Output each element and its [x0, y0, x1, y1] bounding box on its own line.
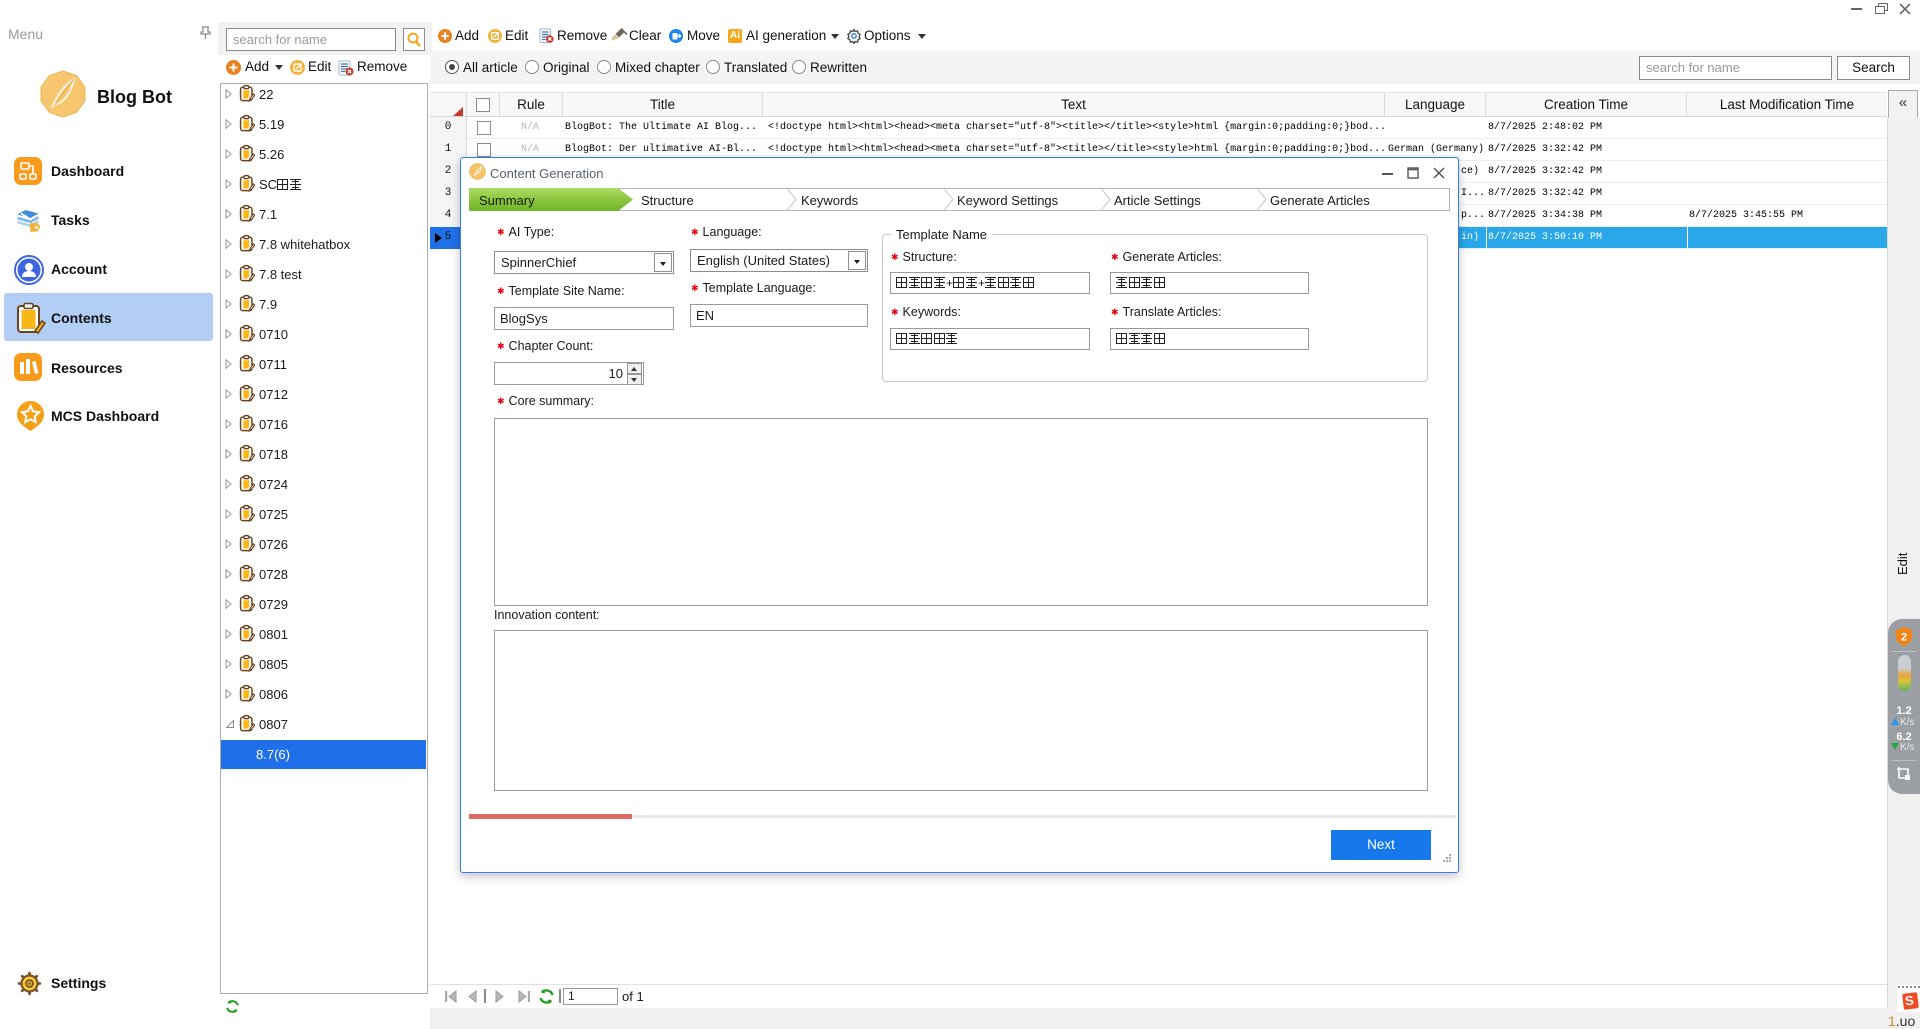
svg-text:2: 2 — [1901, 632, 1907, 644]
